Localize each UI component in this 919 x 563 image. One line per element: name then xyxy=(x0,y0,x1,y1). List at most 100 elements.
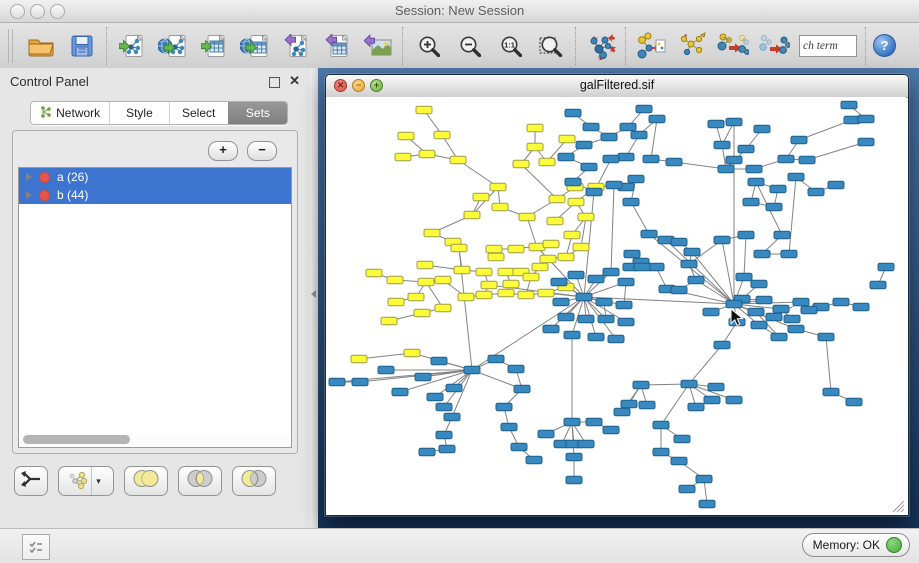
graph-node-yellow[interactable] xyxy=(518,291,534,299)
graph-node-blue[interactable] xyxy=(606,181,622,189)
graph-node-yellow[interactable] xyxy=(381,317,397,325)
graph-node-yellow[interactable] xyxy=(498,289,514,297)
graph-node-blue[interactable] xyxy=(576,293,592,301)
graph-node-blue[interactable] xyxy=(708,120,724,128)
graph-node-blue[interactable] xyxy=(436,431,452,439)
set-row[interactable]: b (44) xyxy=(19,186,291,204)
graph-node-yellow[interactable] xyxy=(476,268,492,276)
graph-node-blue[interactable] xyxy=(808,188,824,196)
graph-node-yellow[interactable] xyxy=(547,217,563,225)
graph-node-blue[interactable] xyxy=(419,448,435,456)
dropdown-arrow-icon[interactable]: ▾ xyxy=(91,467,106,495)
graph-node-yellow[interactable] xyxy=(523,273,539,281)
graph-node-blue[interactable] xyxy=(688,276,704,284)
graph-node-blue[interactable] xyxy=(603,426,619,434)
graph-node-blue[interactable] xyxy=(746,165,762,173)
graph-node-yellow[interactable] xyxy=(568,198,584,206)
graph-node-blue[interactable] xyxy=(738,231,754,239)
graph-node-blue[interactable] xyxy=(621,400,637,408)
graph-node-blue[interactable] xyxy=(566,453,582,461)
graph-node-blue[interactable] xyxy=(674,435,690,443)
graph-node-blue[interactable] xyxy=(501,423,517,431)
graph-node-yellow[interactable] xyxy=(486,245,502,253)
graph-node-blue[interactable] xyxy=(427,393,443,401)
graph-node-yellow[interactable] xyxy=(488,253,504,261)
graph-node-yellow[interactable] xyxy=(539,158,555,166)
graph-node-blue[interactable] xyxy=(696,475,712,483)
collapse-arrow-icon[interactable] xyxy=(311,290,316,298)
graph-node-blue[interactable] xyxy=(751,321,767,329)
close-panel-icon[interactable]: ✕ xyxy=(289,73,300,89)
selection-to-file-button[interactable] xyxy=(676,30,708,62)
graph-node-blue[interactable] xyxy=(726,156,742,164)
graph-node-blue[interactable] xyxy=(671,457,687,465)
graph-node-yellow[interactable] xyxy=(490,183,506,191)
import-network-web-button[interactable] xyxy=(157,30,189,62)
graph-node-blue[interactable] xyxy=(618,318,634,326)
graph-node-yellow[interactable] xyxy=(418,278,434,286)
help-button[interactable]: ? xyxy=(873,34,896,57)
graph-node-blue[interactable] xyxy=(653,421,669,429)
graph-node-blue[interactable] xyxy=(578,315,594,323)
graph-node-blue[interactable] xyxy=(853,303,869,311)
add-set-button[interactable]: + xyxy=(208,141,238,161)
graph-node-yellow[interactable] xyxy=(417,261,433,269)
graph-node-blue[interactable] xyxy=(558,313,574,321)
graph-node-yellow[interactable] xyxy=(414,309,430,317)
graph-node-yellow[interactable] xyxy=(473,193,489,201)
split-sets-button[interactable] xyxy=(14,466,48,496)
horizontal-scrollbar[interactable] xyxy=(21,434,289,445)
graph-node-blue[interactable] xyxy=(616,301,632,309)
graph-node-blue[interactable] xyxy=(770,185,786,193)
graph-node-blue[interactable] xyxy=(558,153,574,161)
graph-node-yellow[interactable] xyxy=(543,240,559,248)
graph-node-yellow[interactable] xyxy=(558,253,574,261)
graph-node-yellow[interactable] xyxy=(527,124,543,132)
task-history-button[interactable] xyxy=(22,534,50,560)
graph-node-blue[interactable] xyxy=(608,335,624,343)
graph-node-blue[interactable] xyxy=(614,408,630,416)
zoom-in-button[interactable] xyxy=(412,30,444,62)
graph-node-blue[interactable] xyxy=(488,355,504,363)
graph-node-yellow[interactable] xyxy=(395,153,411,161)
graph-node-yellow[interactable] xyxy=(538,289,554,297)
graph-node-blue[interactable] xyxy=(801,306,817,314)
graph-node-blue[interactable] xyxy=(743,198,759,206)
graph-node-yellow[interactable] xyxy=(527,143,543,151)
graph-node-yellow[interactable] xyxy=(564,231,580,239)
graph-node-blue[interactable] xyxy=(553,298,569,306)
network-window-titlebar[interactable]: ✕ − + galFiltered.sif xyxy=(326,75,908,98)
graph-node-yellow[interactable] xyxy=(435,304,451,312)
graph-node-blue[interactable] xyxy=(726,396,742,404)
graph-node-blue[interactable] xyxy=(603,155,619,163)
graph-node-blue[interactable] xyxy=(714,236,730,244)
graph-node-blue[interactable] xyxy=(620,123,636,131)
graph-node-blue[interactable] xyxy=(583,123,599,131)
graph-node-blue[interactable] xyxy=(603,268,619,276)
graph-node-blue[interactable] xyxy=(823,388,839,396)
graph-node-blue[interactable] xyxy=(828,181,844,189)
graph-node-yellow[interactable] xyxy=(492,203,508,211)
graph-node-blue[interactable] xyxy=(628,175,644,183)
network-canvas[interactable] xyxy=(326,97,906,514)
search-input[interactable] xyxy=(799,35,857,57)
graph-node-blue[interactable] xyxy=(788,325,804,333)
graph-node-blue[interactable] xyxy=(511,443,527,451)
open-session-button[interactable] xyxy=(25,30,57,62)
zoom-selected-button[interactable] xyxy=(535,30,567,62)
graph-node-yellow[interactable] xyxy=(398,132,414,140)
graph-node-blue[interactable] xyxy=(639,401,655,409)
graph-node-blue[interactable] xyxy=(818,333,834,341)
set-row[interactable]: a (26) xyxy=(19,168,291,186)
graph-node-blue[interactable] xyxy=(598,315,614,323)
graph-node-blue[interactable] xyxy=(766,203,782,211)
graph-node-yellow[interactable] xyxy=(408,293,424,301)
graph-node-blue[interactable] xyxy=(352,378,368,386)
remove-set-button[interactable]: − xyxy=(247,141,277,161)
graph-node-blue[interactable] xyxy=(688,403,704,411)
export-network-button[interactable] xyxy=(280,30,312,62)
graph-node-blue[interactable] xyxy=(508,365,524,373)
graph-node-blue[interactable] xyxy=(329,378,345,386)
import-table-file-button[interactable] xyxy=(198,30,230,62)
expand-arrow-icon[interactable] xyxy=(26,191,32,199)
